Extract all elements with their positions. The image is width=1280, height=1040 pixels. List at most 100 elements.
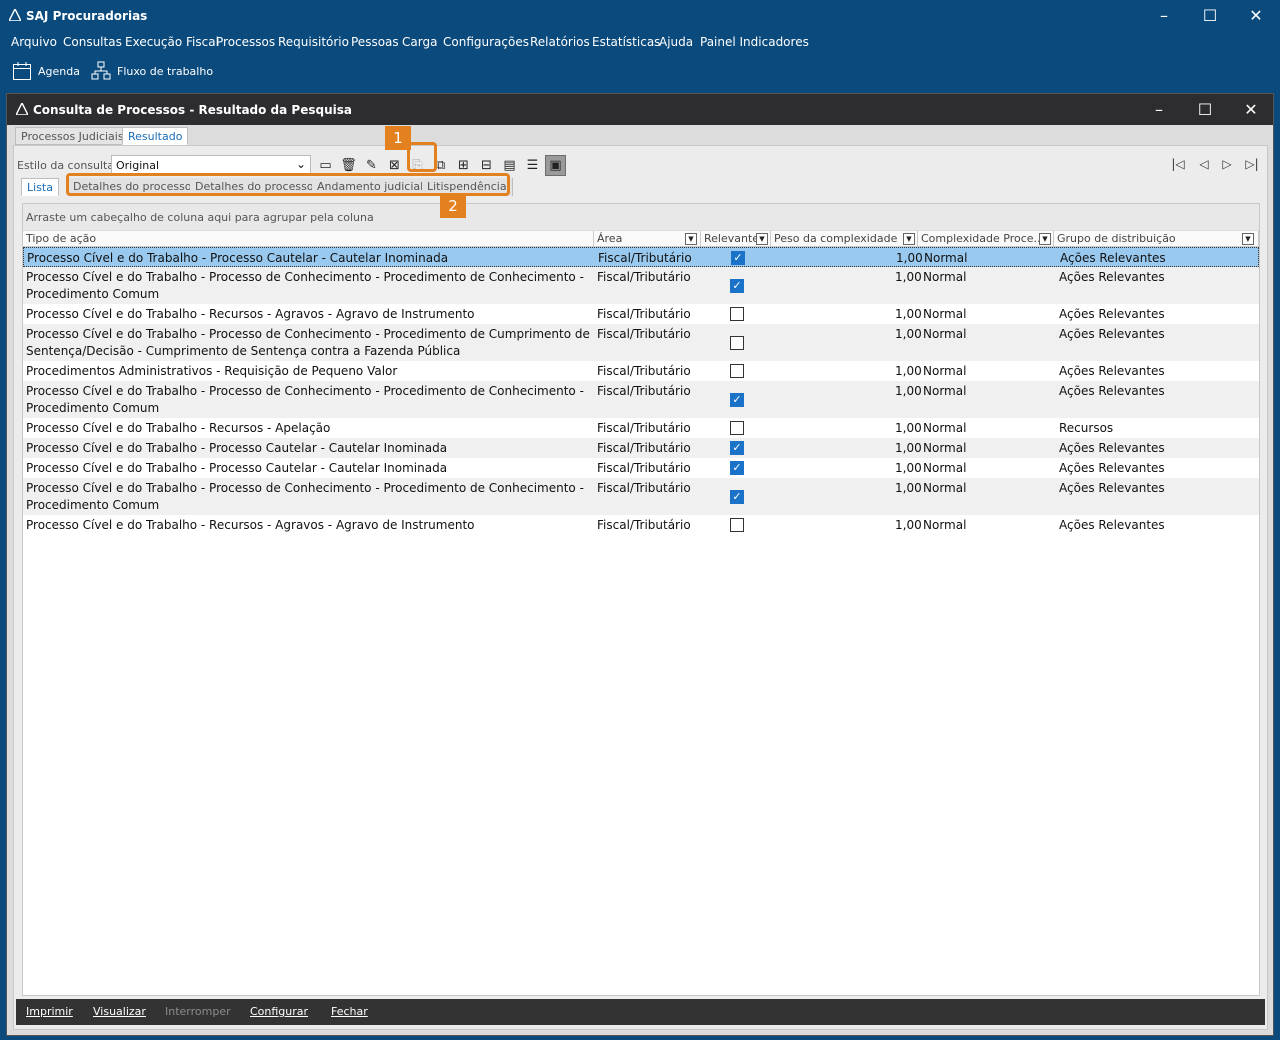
cell-grupo: Ações Relevantes [1059,270,1165,284]
relevante-checkbox[interactable]: ✓ [730,279,744,293]
rows-icon[interactable]: ☰ [522,155,543,176]
cell-area: Fiscal/Tributário [598,251,692,265]
relevante-checkbox[interactable] [730,421,744,435]
cell-area: Fiscal/Tributário [597,364,691,378]
cell-complexidade: Normal [923,384,967,398]
filter-complexidade-icon[interactable]: ▼ [1039,233,1051,245]
callout-badge-1: 1 [385,126,411,150]
filter-area-icon[interactable]: ▼ [685,233,697,245]
relevante-checkbox[interactable]: ✓ [730,393,744,407]
cell-complexidade: Normal [923,421,967,435]
tab-processos-judiciais[interactable]: Processos Judiciais [15,127,130,145]
consulta-window: Consulta de Processos - Resultado da Pes… [6,93,1274,1036]
fechar-button[interactable]: Fechar [331,1005,368,1018]
fluxo-trabalho-button[interactable]: Fluxo de trabalho [91,60,213,82]
maximize-icon[interactable]: ☐ [1187,0,1233,32]
cell-peso: 1,00 [895,270,922,284]
filter-relevante-icon[interactable]: ▼ [756,233,768,245]
first-record-icon[interactable]: |◁ [1168,154,1188,174]
last-record-icon[interactable]: ▷| [1242,154,1262,174]
table-row[interactable]: Processo Cível e do Trabalho - Processo … [23,438,1259,458]
relevante-checkbox[interactable]: ✓ [730,490,744,504]
table-row[interactable]: Processo Cível e do Trabalho - Processo … [23,324,1259,361]
previous-record-icon[interactable]: ◁ [1194,154,1214,174]
menu-configuracoes[interactable]: Configurações [443,35,529,49]
col-tipo-acao[interactable]: Tipo de ação [23,231,594,247]
table-row[interactable]: Processo Cível e do Trabalho - Processo … [23,247,1259,267]
table-row[interactable]: Processo Cível e do Trabalho - Recursos … [23,418,1259,438]
cell-area: Fiscal/Tributário [597,327,691,341]
table-row[interactable]: Procedimentos Administrativos - Requisiç… [23,361,1259,381]
app-title: SAJ Procuradorias [26,9,148,23]
highlight-export-button [407,142,437,172]
menu-arquivo[interactable]: Arquivo [11,35,57,49]
estilo-select[interactable]: Original ⌄ [111,155,311,175]
preview-icon[interactable]: ▣ [545,155,566,176]
saj-logo-icon [14,101,30,118]
cell-grupo: Ações Relevantes [1059,384,1165,398]
highlight-detail-tabs [66,173,510,196]
close-icon[interactable]: ✕ [1228,94,1274,125]
minimize-icon[interactable]: – [1136,94,1182,125]
menu-relatorios[interactable]: Relatórios [530,35,590,49]
cell-tipo-acao: Processo Cível e do Trabalho - Processo … [26,327,590,341]
cell-peso: 1,00 [895,327,922,341]
cell-complexidade: Normal [923,481,967,495]
menu-processos[interactable]: Processos [216,35,275,49]
cell-area: Fiscal/Tributário [597,461,691,475]
cell-peso: 1,00 [895,461,922,475]
interromper-button[interactable]: Interromper [165,1005,231,1018]
menu-carga[interactable]: Carga [402,35,437,49]
fluxo-trabalho-label: Fluxo de trabalho [117,64,214,78]
cell-tipo-acao: Processo Cível e do Trabalho - Processo … [26,270,584,284]
table-row[interactable]: Processo Cível e do Trabalho - Recursos … [23,304,1259,324]
relevante-checkbox[interactable] [730,518,744,532]
result-grid: Arraste um cabeçalho de coluna aqui para… [22,203,1260,996]
col-peso-complexidade[interactable]: Peso da complexidade [771,231,918,247]
menu-requisitorio[interactable]: Requisitório [278,35,349,49]
menu-estatisticas[interactable]: Estatísticas [592,35,660,49]
relevante-checkbox[interactable]: ✓ [730,441,744,455]
tab-resultado[interactable]: Resultado [122,127,189,145]
imprimir-button[interactable]: Imprimir [26,1005,73,1018]
visualizar-button[interactable]: Visualizar [93,1005,146,1018]
table-row[interactable]: Processo Cível e do Trabalho - Recursos … [23,515,1259,535]
group-by-bar[interactable]: Arraste um cabeçalho de coluna aqui para… [23,204,1259,230]
col-grupo-distribuicao[interactable]: Grupo de distribuição [1054,231,1259,247]
relevante-checkbox[interactable] [730,307,744,321]
relevante-checkbox[interactable] [730,364,744,378]
cell-area: Fiscal/Tributário [597,518,691,532]
agenda-button[interactable]: Agenda [12,60,80,82]
table-row[interactable]: Processo Cível e do Trabalho - Processo … [23,381,1259,418]
next-record-icon[interactable]: ▷ [1217,154,1237,174]
cell-grupo: Ações Relevantes [1059,461,1165,475]
relevante-checkbox[interactable] [730,336,744,350]
cell-grupo: Ações Relevantes [1059,518,1165,532]
relevante-checkbox[interactable]: ✓ [731,251,745,265]
cell-area: Fiscal/Tributário [597,384,691,398]
filter-grupo-icon[interactable]: ▼ [1242,233,1254,245]
maximize-icon[interactable]: ☐ [1182,94,1228,125]
table-row[interactable]: Processo Cível e do Trabalho - Processo … [23,478,1259,515]
filter-peso-icon[interactable]: ▼ [903,233,915,245]
relevante-checkbox[interactable]: ✓ [730,461,744,475]
menu-execucao-fiscal[interactable]: Execução Fiscal [125,35,219,49]
cell-tipo-acao-cont: Procedimento Comum [26,498,160,512]
close-icon[interactable]: ✕ [1233,0,1279,32]
configurar-button[interactable]: Configurar [250,1005,308,1018]
cell-tipo-acao-cont: Sentença/Decisão - Cumprimento de Senten… [26,344,461,358]
menu-pessoas[interactable]: Pessoas [351,35,399,49]
menu-painel-indicadores[interactable]: Painel Indicadores [700,35,809,49]
minimize-icon[interactable]: – [1141,0,1187,32]
menu-consultas[interactable]: Consultas [63,35,122,49]
menu-ajuda[interactable]: Ajuda [659,35,693,49]
cell-peso: 1,00 [895,518,922,532]
tab-lista[interactable]: Lista [21,178,59,196]
app-titlebar: SAJ Procuradorias – ☐ ✕ [0,0,1280,32]
table-row[interactable]: Processo Cível e do Trabalho - Processo … [23,267,1259,304]
bottom-action-bar: Imprimir Visualizar Interromper Configur… [16,999,1265,1025]
cell-grupo: Recursos [1059,421,1114,435]
table-row[interactable]: Processo Cível e do Trabalho - Processo … [23,458,1259,478]
calendar-icon [13,62,31,80]
col-complexidade-processo[interactable]: Complexidade Proce... [918,231,1054,247]
